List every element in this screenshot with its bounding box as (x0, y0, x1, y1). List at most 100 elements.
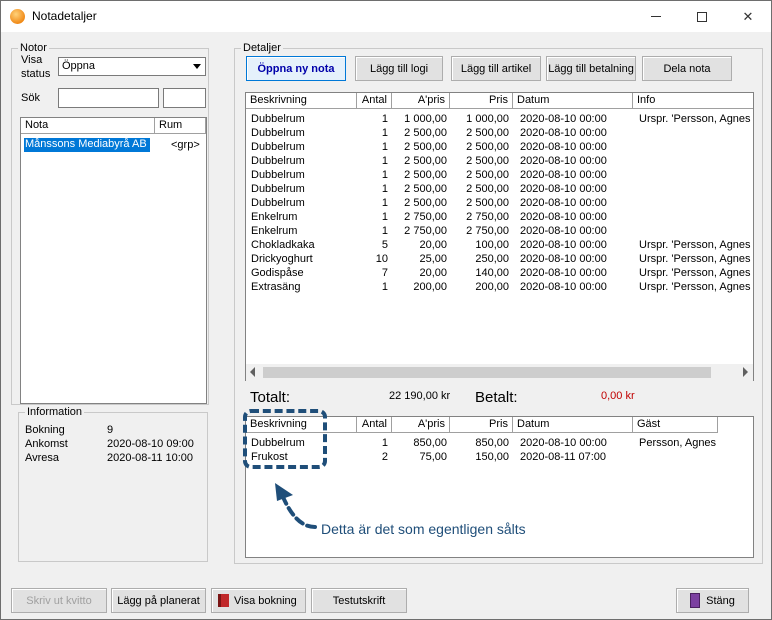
details-row-cell[interactable]: 20,00 (392, 239, 447, 251)
details-list[interactable]: Beskrivning Antal A'pris Pris Datum Info… (245, 92, 754, 381)
details-row-cell[interactable]: 2020-08-10 00:00 (520, 141, 632, 153)
details-row-cell[interactable]: Enkelrum (251, 211, 355, 223)
details-row-cell[interactable]: 2020-08-10 00:00 (520, 211, 632, 223)
details-row-cell[interactable]: 2020-08-10 00:00 (520, 267, 632, 279)
details-row-cell[interactable]: 2 500,00 (392, 155, 447, 167)
details-row-cell[interactable]: 200,00 (392, 281, 447, 293)
nota-list[interactable]: Nota Rum Månssons Mediabyrå AB <grp> (20, 117, 207, 404)
details-row-cell[interactable]: 2020-08-10 00:00 (520, 169, 632, 181)
sold-header-apris[interactable]: A'pris (392, 417, 450, 433)
details-row-cell[interactable]: 2 500,00 (450, 155, 509, 167)
details-row-cell[interactable]: Godispåse (251, 267, 355, 279)
details-row-cell[interactable]: 2 750,00 (450, 211, 509, 223)
search-input[interactable] (58, 88, 159, 108)
details-row-cell[interactable]: 200,00 (450, 281, 509, 293)
details-row-cell[interactable]: 1 (357, 141, 388, 153)
scroll-right-icon[interactable] (743, 367, 748, 377)
details-row-cell[interactable]: 25,00 (392, 253, 447, 265)
details-row-cell[interactable]: 2 750,00 (450, 225, 509, 237)
sold-header-pris[interactable]: Pris (450, 417, 513, 433)
header-datum[interactable]: Datum (513, 93, 633, 109)
sold-row-cell[interactable]: Persson, Agnes (639, 437, 754, 449)
details-row-cell[interactable]: 2020-08-10 00:00 (520, 281, 632, 293)
sold-header-datum[interactable]: Datum (513, 417, 633, 433)
details-row-cell[interactable]: 1 000,00 (392, 113, 447, 125)
details-row-cell[interactable]: 1 (357, 183, 388, 195)
sold-row-cell[interactable]: 75,00 (392, 451, 447, 463)
sold-header-antal[interactable]: Antal (357, 417, 392, 433)
details-row-cell[interactable]: 10 (357, 253, 388, 265)
details-row-cell[interactable]: 1 (357, 225, 388, 237)
split-nota-button[interactable]: Dela nota (642, 56, 732, 81)
details-row-cell[interactable]: Dubbelrum (251, 197, 355, 209)
details-row-cell[interactable]: Drickyoghurt (251, 253, 355, 265)
details-row-cell[interactable]: Chokladkaka (251, 239, 355, 251)
details-row-cell[interactable]: 1 (357, 211, 388, 223)
details-row-cell[interactable]: 2 500,00 (450, 127, 509, 139)
details-row-cell[interactable]: 7 (357, 267, 388, 279)
details-row-cell[interactable]: 2020-08-10 00:00 (520, 239, 632, 251)
details-row-cell[interactable]: Urspr. 'Persson, Agnes ( (639, 281, 754, 293)
minimize-button[interactable] (633, 1, 679, 32)
details-row-cell[interactable]: Dubbelrum (251, 183, 355, 195)
sold-row-cell[interactable]: 1 (357, 437, 388, 449)
details-row-cell[interactable]: Dubbelrum (251, 113, 355, 125)
details-row-cell[interactable]: 250,00 (450, 253, 509, 265)
details-row-cell[interactable]: 2 500,00 (392, 169, 447, 181)
details-row-cell[interactable]: 2 500,00 (450, 197, 509, 209)
details-row-cell[interactable]: 2 750,00 (392, 225, 447, 237)
details-row-cell[interactable]: 1 (357, 169, 388, 181)
details-row-cell[interactable]: 1 (357, 281, 388, 293)
details-row-cell[interactable]: Urspr. 'Persson, Agnes ( (639, 253, 754, 265)
details-row-cell[interactable]: Urspr. 'Persson, Agnes ( (639, 267, 754, 279)
details-row-cell[interactable]: 2 500,00 (450, 169, 509, 181)
details-row-cell[interactable]: 2020-08-10 00:00 (520, 225, 632, 237)
details-row-cell[interactable]: 2 500,00 (392, 197, 447, 209)
details-row-cell[interactable]: 20,00 (392, 267, 447, 279)
header-nota[interactable]: Nota (21, 118, 155, 134)
sold-row-cell[interactable]: 2020-08-10 00:00 (520, 437, 632, 449)
header-pris[interactable]: Pris (450, 93, 513, 109)
details-row-cell[interactable]: 2020-08-10 00:00 (520, 127, 632, 139)
scroll-left-icon[interactable] (250, 367, 255, 377)
details-row-cell[interactable]: 2020-08-10 00:00 (520, 113, 632, 125)
details-row-cell[interactable]: Urspr. 'Persson, Agnes ( (639, 239, 754, 251)
sold-row-cell[interactable]: 2020-08-11 07:00 (520, 451, 632, 463)
header-antal[interactable]: Antal (357, 93, 392, 109)
header-beskrivning[interactable]: Beskrivning (246, 93, 357, 109)
details-row-cell[interactable]: 100,00 (450, 239, 509, 251)
details-row-cell[interactable]: 140,00 (450, 267, 509, 279)
show-booking-button[interactable]: Visa bokning (211, 588, 306, 613)
details-row-cell[interactable]: 1 (357, 155, 388, 167)
details-row-cell[interactable]: 1 000,00 (450, 113, 509, 125)
header-rum[interactable]: Rum (155, 118, 206, 134)
details-row-cell[interactable]: 2 750,00 (392, 211, 447, 223)
sold-row-cell[interactable]: 850,00 (392, 437, 447, 449)
room-search-input[interactable] (163, 88, 206, 108)
details-row-cell[interactable]: 2020-08-10 00:00 (520, 197, 632, 209)
details-row-cell[interactable]: Enkelrum (251, 225, 355, 237)
details-row-cell[interactable]: 1 (357, 127, 388, 139)
close-button[interactable]: ✕ (725, 1, 771, 32)
details-row-cell[interactable]: Dubbelrum (251, 141, 355, 153)
status-select[interactable]: Öppna (58, 57, 206, 76)
open-new-nota-button[interactable]: Öppna ny nota (246, 56, 346, 81)
add-to-planned-button[interactable]: Lägg på planerat (111, 588, 206, 613)
test-print-button[interactable]: Testutskrift (311, 588, 407, 613)
sold-row-cell[interactable]: 150,00 (450, 451, 509, 463)
details-row-cell[interactable]: 2020-08-10 00:00 (520, 155, 632, 167)
details-row-cell[interactable]: 1 (357, 197, 388, 209)
details-row-cell[interactable]: 2020-08-10 00:00 (520, 183, 632, 195)
scroll-thumb[interactable] (263, 367, 711, 378)
details-row-cell[interactable]: Extrasäng (251, 281, 355, 293)
details-row-cell[interactable]: 1 (357, 113, 388, 125)
print-receipt-button[interactable]: Skriv ut kvitto (11, 588, 107, 613)
header-apris[interactable]: A'pris (392, 93, 450, 109)
add-article-button[interactable]: Lägg till artikel (451, 56, 541, 81)
details-row-cell[interactable]: 2 500,00 (392, 127, 447, 139)
sold-header-gast[interactable]: Gäst (633, 417, 718, 433)
details-row-cell[interactable]: 5 (357, 239, 388, 251)
details-row-cell[interactable]: 2020-08-10 00:00 (520, 253, 632, 265)
sold-row-cell[interactable]: 850,00 (450, 437, 509, 449)
maximize-button[interactable] (679, 1, 725, 32)
